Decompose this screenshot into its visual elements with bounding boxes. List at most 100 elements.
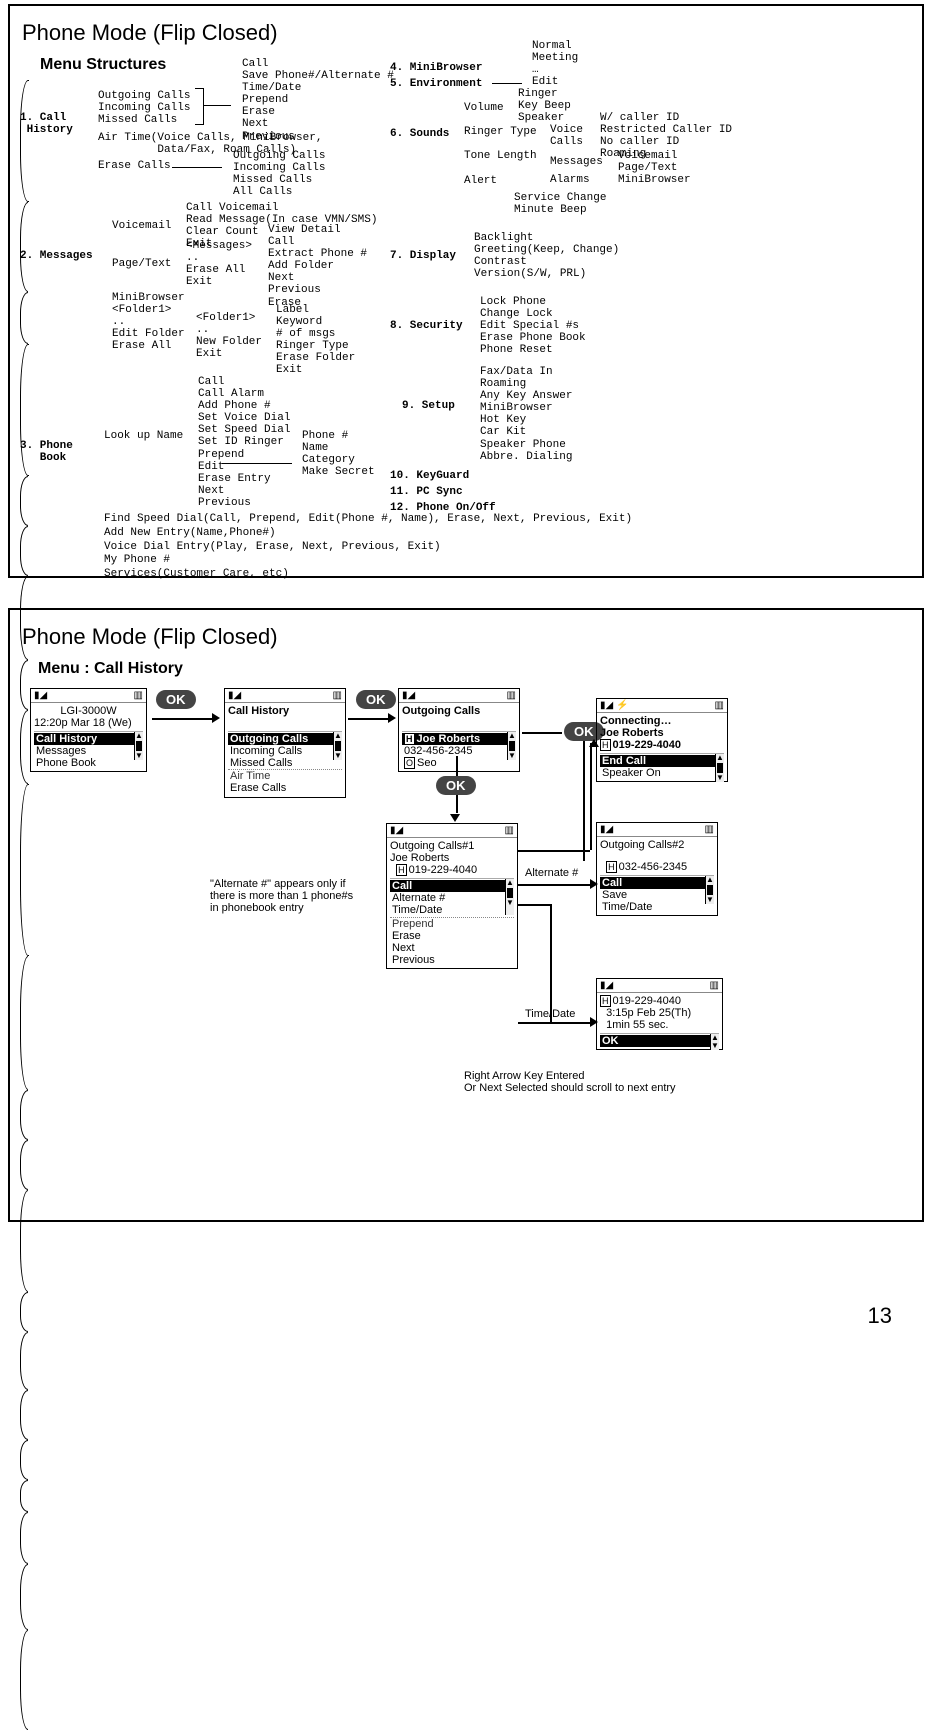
menu-1-label: 1. Call History	[20, 112, 73, 136]
battery-icon: ▥	[705, 824, 714, 835]
tag-o-icon: O	[404, 757, 415, 769]
m3-edit-sub: Phone # Name Category Make Secret	[302, 430, 375, 478]
battery-icon: ▥	[134, 690, 143, 701]
m3-rest: Find Speed Dial(Call, Prepend, Edit(Phon…	[104, 513, 632, 582]
battery-icon: ▥	[505, 825, 514, 836]
item-outgoing[interactable]: Outgoing Calls	[228, 733, 342, 745]
m1-outgoing: Outgoing Calls	[98, 90, 190, 102]
item-incoming[interactable]: Incoming Calls	[228, 745, 342, 757]
call-entry-1[interactable]: HJoe Roberts	[402, 733, 516, 745]
panel2-title: Phone Mode (Flip Closed)	[22, 624, 912, 650]
m1-erase: Erase Calls	[98, 160, 171, 172]
phone-model: LGI-3000W	[34, 705, 143, 717]
item-timedate[interactable]: Time/Date	[390, 904, 514, 916]
item-timedate[interactable]: Time/Date	[600, 901, 714, 913]
menu-3-label: 3. Phone Book	[20, 440, 73, 464]
tag-h-icon: H	[606, 861, 617, 873]
m1-incoming: Incoming Calls	[98, 102, 190, 114]
signal-icon: ▮◢	[600, 980, 613, 991]
phone-screen-outgoing-detail-1: ▮◢▥ Outgoing Calls#1 Joe Roberts H019-22…	[386, 823, 518, 969]
item-prepend[interactable]: Prepend	[390, 917, 514, 930]
m7-sub: Backlight Greeting(Keep, Change) Contras…	[474, 232, 619, 280]
item-call[interactable]: Call	[600, 877, 714, 889]
battery-icon: ▥	[710, 980, 719, 991]
page-number: 13	[868, 1303, 892, 1329]
scrollbar[interactable]: ▲▼	[705, 876, 714, 904]
label-timedate: Time/Date	[525, 1008, 575, 1020]
tag-h-icon: H	[404, 733, 415, 745]
battery-icon: ▥	[715, 700, 724, 711]
contact-name: Joe Roberts	[600, 727, 724, 739]
m6-ringer-alarms: Alarms	[550, 174, 590, 186]
contact-num: 019-229-4040	[613, 995, 682, 1007]
menu-5-label: 5. Environment	[390, 78, 482, 90]
ok-button-2[interactable]: OK	[356, 690, 396, 709]
m6-volume-sub: Ringer Key Beep Speaker	[518, 88, 571, 124]
item-airtime[interactable]: Air Time	[228, 769, 342, 782]
phone-screen-timedate: ▮◢▥ H019-229-4040 3:15p Feb 25(Th) 1min …	[596, 978, 723, 1050]
item-save[interactable]: Save	[600, 889, 714, 901]
m2-voicemail: Voicemail	[112, 220, 171, 232]
m2-editfolder1: <Folder1> .. New Folder Exit	[196, 312, 262, 360]
item-endcall[interactable]: End Call	[600, 755, 724, 767]
call-history-flow: ▮◢ ▥ LGI-3000W 12:20p Mar 18 (We) Call Hi…	[20, 688, 912, 1228]
ok-button-4[interactable]: OK	[436, 776, 476, 795]
m6-ringer-msgs: Messages	[550, 156, 603, 168]
battery-icon: ▥	[507, 690, 516, 701]
scrollbar[interactable]: ▲▼	[710, 1034, 719, 1050]
contact-name: Joe Roberts	[390, 852, 514, 864]
label-alternate: Alternate #	[525, 867, 578, 879]
m2-pagetext-sub: <Messages> .. Erase All Exit	[186, 240, 252, 288]
item-next[interactable]: Next	[390, 942, 514, 954]
item-ok[interactable]: OK	[600, 1035, 719, 1047]
m5-sub: Normal Meeting … Edit	[532, 40, 578, 88]
call-duration: 1min 55 sec.	[606, 1019, 668, 1031]
m6-alert-sub: Service Change Minute Beep	[514, 192, 606, 216]
scrollbar[interactable]: ▲▼	[505, 879, 514, 915]
m2-pagetext: Page/Text	[112, 258, 171, 270]
tag-h-icon: H	[396, 864, 407, 876]
m9-sub: Fax/Data In Roaming Any Key Answer MiniB…	[480, 366, 572, 463]
m6-ringer-msgs-sub: Voicemail Page/Text MiniBrowser	[618, 150, 691, 186]
note-scroll: Right Arrow Key Entered Or Next Selected…	[464, 1070, 676, 1094]
menu-2-label: 2. Messages	[20, 250, 93, 262]
m1-erase-sub: Outgoing Calls Incoming Calls Missed Cal…	[233, 150, 325, 198]
menu-item-call-history[interactable]: Call History	[34, 733, 143, 745]
menu-7-label: 7. Display	[390, 250, 456, 262]
scrollbar[interactable]: ▲▼	[715, 754, 724, 782]
signal-icon: ▮◢	[390, 825, 403, 836]
scrollbar[interactable]: ▲▼	[507, 732, 516, 760]
scrollbar[interactable]: ▲▼	[134, 732, 143, 760]
item-erase[interactable]: Erase Calls	[228, 782, 342, 794]
m1-sub-calls: Call Save Phone#/Alternate # Time/Date P…	[242, 58, 394, 143]
panel1-title: Phone Mode (Flip Closed)	[22, 20, 912, 46]
menu-10-label: 10. KeyGuard	[390, 470, 469, 482]
menu-9-label: 9. Setup	[402, 400, 455, 412]
signal-icon: ▮◢ ⚡	[600, 700, 628, 711]
menu-item-messages[interactable]: Messages	[34, 745, 143, 757]
phone-screen-call-history: ▮◢▥ Call History Outgoing Calls Incoming…	[224, 688, 346, 798]
note-alternate: "Alternate #" appears only if there is m…	[210, 878, 353, 914]
screen-title: Outgoing Calls#2	[600, 839, 714, 851]
item-erase[interactable]: Erase	[390, 930, 514, 942]
item-call[interactable]: Call	[390, 880, 514, 892]
item-speaker-on[interactable]: Speaker On	[600, 767, 724, 779]
scrollbar[interactable]: ▲▼	[333, 732, 342, 760]
menu-11-label: 11. PC Sync	[390, 486, 463, 498]
menu-item-phone-book[interactable]: Phone Book	[34, 757, 143, 769]
m8-sub: Lock Phone Change Lock Edit Special #s E…	[480, 296, 586, 356]
item-alternate[interactable]: Alternate #	[390, 892, 514, 904]
phone-time: 12:20p Mar 18 (We)	[34, 717, 143, 729]
screen-title: Call History	[228, 705, 342, 717]
call-entry-2[interactable]: OSeo	[402, 757, 516, 769]
contact-num: 019-229-4040	[409, 864, 478, 876]
signal-icon: ▮◢	[228, 690, 241, 701]
menu-6-label: 6. Sounds	[390, 128, 449, 140]
item-missed[interactable]: Missed Calls	[228, 757, 342, 769]
tag-h-icon: H	[600, 739, 611, 751]
item-previous[interactable]: Previous	[390, 954, 514, 966]
m1-missed: Missed Calls	[98, 114, 177, 126]
ok-button-1[interactable]: OK	[156, 690, 196, 709]
menu-4-label: 4. MiniBrowser	[390, 62, 482, 74]
contact-num: 019-229-4040	[613, 739, 682, 751]
